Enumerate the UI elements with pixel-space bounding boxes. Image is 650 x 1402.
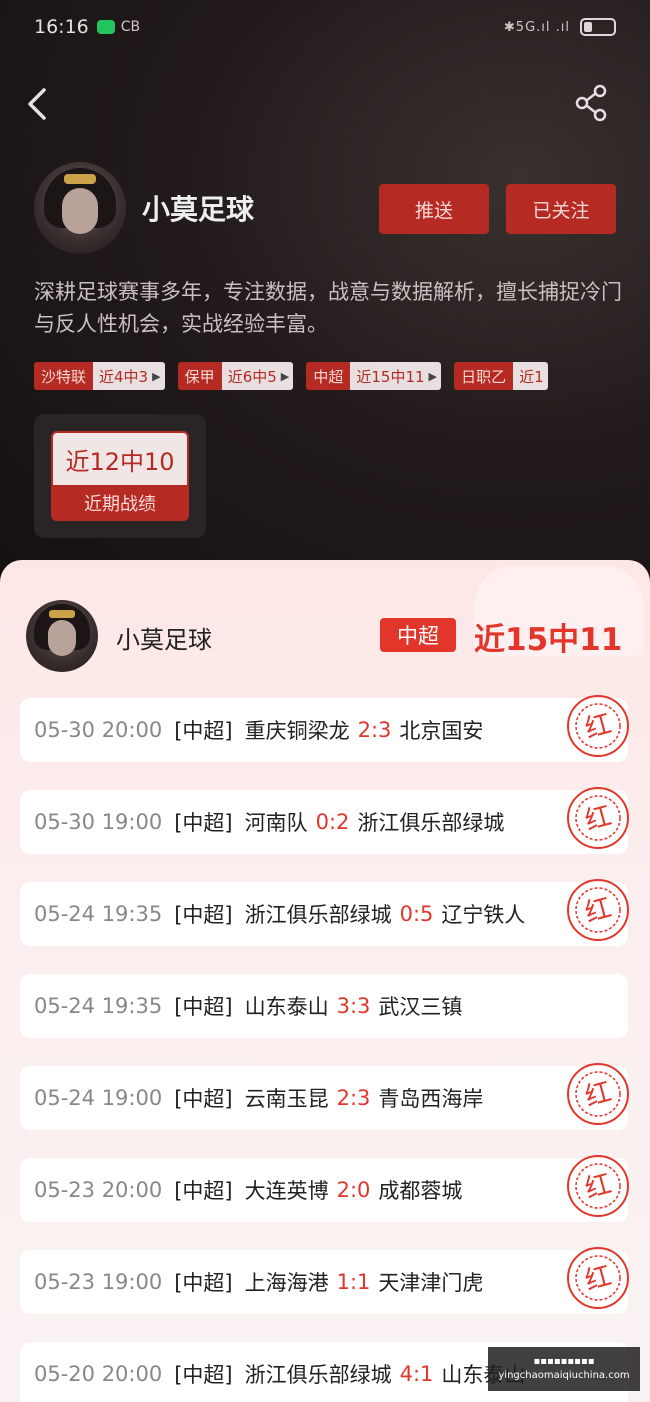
battery-low-icon <box>580 18 616 36</box>
match-datetime: 05-30 20:00 <box>34 718 163 742</box>
match-score: 2:3 <box>336 1086 371 1110</box>
match-away-team: 北京国安 <box>399 719 484 743</box>
league-tag[interactable]: 中超 近15中11 ▶ <box>306 362 442 390</box>
match-league: [中超] <box>174 1179 233 1203</box>
hit-stamp-icon: 红 <box>567 1063 629 1125</box>
record-sheet: 小莫足球 中超 近15中11 05-30 20:00 [中超] 重庆铜梁龙 2:3 北京… <box>0 560 650 1402</box>
hit-stamp-icon: 红 <box>567 787 629 849</box>
recent-record-value: 近12中10 <box>53 433 187 485</box>
match-home-team: 浙江俱乐部绿城 <box>244 903 392 927</box>
chevron-left-icon[interactable] <box>24 86 54 122</box>
triangle-right-icon: ▶ <box>280 362 294 390</box>
match-league: [中超] <box>174 1271 233 1295</box>
match-league: [中超] <box>174 719 233 743</box>
stamp-text: 红 <box>582 1169 615 1205</box>
league-tag[interactable]: 沙特联 近4中3 ▶ <box>34 362 165 390</box>
match-home-team: 浙江俱乐部绿城 <box>244 1363 392 1387</box>
tag-record: 近15中11 <box>350 362 429 390</box>
match-home-team: 上海海港 <box>244 1271 329 1295</box>
stamp-text: 红 <box>582 1077 615 1113</box>
top-nav <box>0 70 650 134</box>
sheet-expert-name: 小莫足球 <box>116 626 212 654</box>
match-datetime: 05-24 19:35 <box>34 994 163 1018</box>
match-league: [中超] <box>174 903 233 927</box>
match-row[interactable]: 05-23 19:00 [中超] 上海海港 1:1 天津津门虎 红 <box>20 1247 629 1314</box>
match-row[interactable]: 05-30 19:00 [中超] 河南队 0:2 浙江俱乐部绿城 红 <box>20 787 629 854</box>
match-datetime: 05-23 19:00 <box>34 1270 163 1294</box>
match-away-team: 天津津门虎 <box>378 1271 484 1295</box>
avatar <box>26 600 98 672</box>
tag-record: 近6中5 <box>221 362 281 390</box>
watermark-line1: ▪▪▪▪▪▪▪▪▪ <box>533 1356 595 1367</box>
match-row[interactable]: 05-24 19:35 [中超] 山东泰山 3:3 武汉三镇 <box>20 974 628 1038</box>
triangle-right-icon: ▶ <box>152 362 165 390</box>
stamp-text: 红 <box>582 801 615 837</box>
tag-league: 沙特联 <box>34 362 94 390</box>
match-away-team: 浙江俱乐部绿城 <box>357 811 505 835</box>
status-time: 16:16 <box>34 16 89 38</box>
match-league: [中超] <box>174 995 233 1019</box>
match-score: 3:3 <box>336 994 371 1018</box>
tag-league: 保甲 <box>177 362 222 390</box>
status-bar: 16:16 CB ✱5G.ıl .ıl <box>0 0 650 54</box>
triangle-right-icon: ▶ <box>428 362 442 390</box>
match-datetime: 05-30 19:00 <box>34 810 163 834</box>
stamp-text: 红 <box>582 893 615 929</box>
match-row[interactable]: 05-23 20:00 [中超] 大连英博 2:0 成都蓉城 红 <box>20 1155 629 1222</box>
follow-button[interactable]: 已关注 <box>506 184 616 234</box>
match-home-team: 云南玉昆 <box>244 1087 329 1111</box>
match-row[interactable]: 05-24 19:00 [中超] 云南玉昆 2:3 青岛西海岸 红 <box>20 1063 629 1130</box>
wechat-icon <box>96 20 115 34</box>
watermark-url: yingchaomaiqiuchina.com <box>498 1370 630 1381</box>
match-score: 2:3 <box>357 718 392 742</box>
match-home-team: 大连英博 <box>244 1179 329 1203</box>
match-score: 4:1 <box>399 1362 434 1386</box>
match-away-team: 青岛西海岸 <box>378 1087 484 1111</box>
match-row[interactable]: 05-24 19:35 [中超] 浙江俱乐部绿城 0:5 辽宁铁人 红 <box>20 879 629 946</box>
recent-record-label: 近期战绩 <box>84 494 156 515</box>
match-datetime: 05-24 19:00 <box>34 1086 163 1110</box>
match-home-team: 山东泰山 <box>244 995 329 1019</box>
match-datetime: 05-20 20:00 <box>34 1362 163 1386</box>
league-tags: 沙特联 近4中3 ▶ 保甲 近6中5 ▶ 中超 近15中11 ▶ 日职乙 近1 <box>34 362 616 390</box>
hit-stamp-icon: 红 <box>567 1247 629 1309</box>
tag-record: 近1 <box>513 362 548 390</box>
match-datetime: 05-23 20:00 <box>34 1178 163 1202</box>
match-home-team: 重庆铜梁龙 <box>244 719 350 743</box>
match-score: 0:2 <box>315 810 350 834</box>
push-button[interactable]: 推送 <box>379 184 489 234</box>
site-watermark: ▪▪▪▪▪▪▪▪▪ yingchaomaiqiuchina.com <box>488 1347 640 1391</box>
match-league: [中超] <box>174 811 233 835</box>
match-league: [中超] <box>174 1087 233 1111</box>
recent-record-card[interactable]: 近12中10 近期战绩 <box>34 414 206 538</box>
match-row[interactable]: 05-30 20:00 [中超] 重庆铜梁龙 2:3 北京国安 红 <box>20 695 629 762</box>
tag-record: 近4中3 <box>93 362 153 390</box>
match-score: 1:1 <box>336 1270 371 1294</box>
match-away-team: 武汉三镇 <box>378 995 463 1019</box>
match-datetime: 05-24 19:35 <box>34 902 163 926</box>
league-badge: 中超 <box>380 618 456 652</box>
sim-label: CB <box>120 19 141 35</box>
match-score: 0:5 <box>399 902 434 926</box>
hit-stamp-icon: 红 <box>567 879 629 941</box>
league-tag[interactable]: 日职乙 近1 <box>454 362 548 390</box>
match-home-team: 河南队 <box>244 811 308 835</box>
signal-icon: ✱5G.ıl .ıl <box>503 19 570 35</box>
hit-stamp-icon: 红 <box>567 695 629 757</box>
league-tag[interactable]: 保甲 近6中5 ▶ <box>177 362 294 390</box>
match-away-team: 辽宁铁人 <box>441 903 526 927</box>
sheet-record: 近15中11 <box>474 622 623 658</box>
share-icon[interactable] <box>574 84 610 122</box>
profile-bio: 深耕足球赛事多年，专注数据，战意与数据解析，擅长捕捉冷门与反人性机会，实战经验丰… <box>34 280 622 336</box>
profile-name: 小莫足球 <box>142 193 255 226</box>
avatar[interactable] <box>34 162 126 254</box>
hit-stamp-icon: 红 <box>567 1155 629 1217</box>
stamp-text: 红 <box>582 1261 615 1297</box>
tag-league: 日职乙 <box>454 362 514 390</box>
tag-league: 中超 <box>306 362 351 390</box>
match-away-team: 成都蓉城 <box>378 1179 463 1203</box>
stamp-text: 红 <box>582 709 615 745</box>
match-league: [中超] <box>174 1363 233 1387</box>
match-score: 2:0 <box>336 1178 371 1202</box>
